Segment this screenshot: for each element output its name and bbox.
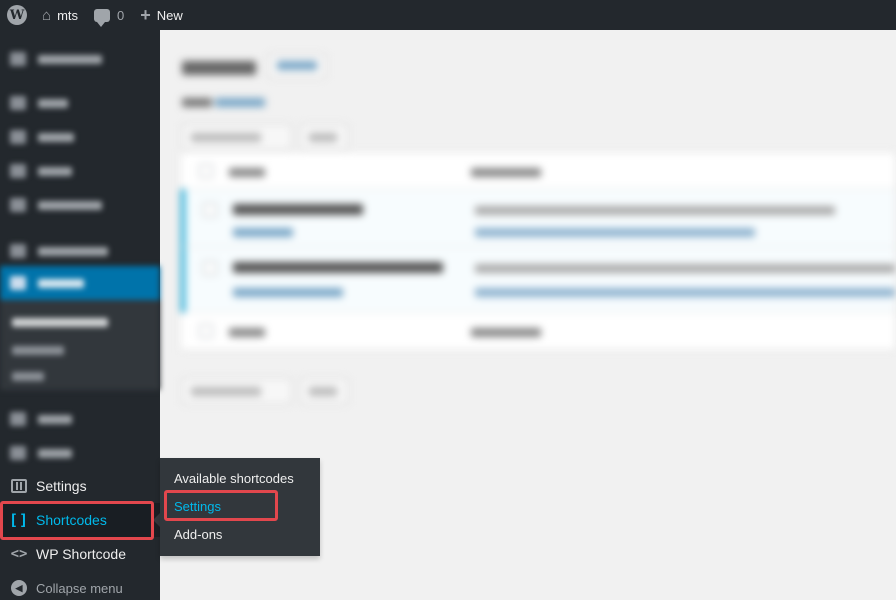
plugins-table [180,152,896,350]
wordpress-logo-icon: W [7,5,27,25]
sidebar-item-blurred[interactable] [0,192,160,218]
menu-icon [10,164,26,178]
wordpress-logo-button[interactable]: W [0,0,34,30]
apply-button[interactable] [300,124,348,150]
site-name-link[interactable]: ⌂ mts [34,0,86,30]
admin-sidebar: Settings [] Shortcodes <> WP Shortcode ◀… [0,30,160,600]
menu-icon [10,96,26,110]
sidebar-item-blurred[interactable] [0,406,160,432]
table-row [181,189,895,247]
row-checkbox[interactable] [203,261,217,275]
sidebar-item-wp-shortcode[interactable]: <> WP Shortcode [0,537,160,571]
sidebar-item-blurred[interactable] [0,90,160,116]
menu-icon [10,446,26,460]
table-header-row [181,153,895,189]
sidebar-item-label: Settings [36,478,87,494]
menu-icon [10,412,26,426]
flyout-item-add-ons[interactable]: Add-ons [174,527,222,542]
comments-link[interactable]: 0 [86,0,132,30]
sidebar-item-blurred[interactable] [0,158,160,184]
menu-icon [10,198,26,212]
flyout-item-available-shortcodes[interactable]: Available shortcodes [174,471,294,486]
menu-icon [10,130,26,144]
comment-bubble-icon [94,8,111,27]
blurred-submenu [0,300,160,390]
settings-sliders-icon [11,479,27,493]
site-name-label: mts [57,7,79,23]
shortcodes-flyout-menu: Available shortcodes Settings Add-ons [160,458,320,556]
select-all-checkbox[interactable] [199,324,213,338]
collapse-menu-button[interactable]: ◀ Collapse menu [0,571,160,600]
apply-button-bottom[interactable] [300,378,348,404]
admin-bar: W ⌂ mts 0 + New [0,0,896,30]
plus-icon: + [140,5,151,25]
brackets-icon: [] [8,511,30,529]
sidebar-item-label: WP Shortcode [36,546,127,562]
code-icon: <> [10,546,28,562]
sidebar-item-label: Shortcodes [36,512,107,528]
page-title [182,54,256,81]
sidebar-item-blurred[interactable] [0,46,160,72]
table-footer-row [181,313,895,349]
flyout-item-settings[interactable]: Settings [174,499,221,514]
add-new-button[interactable] [268,54,326,78]
row-checkbox[interactable] [203,203,217,217]
new-content-label: New [156,7,183,23]
plugin-filter-links [182,96,266,110]
home-icon: ⌂ [42,6,52,24]
sidebar-item-blurred[interactable] [0,440,160,466]
sidebar-item-blurred[interactable] [0,238,160,264]
bulk-actions-select[interactable] [182,124,292,150]
table-row [181,247,895,313]
sidebar-item-shortcodes[interactable]: [] Shortcodes [0,503,160,537]
bulk-actions-select-bottom[interactable] [182,378,292,404]
select-all-checkbox[interactable] [199,164,213,178]
collapse-arrow-icon: ◀ [11,580,27,596]
sidebar-item-settings[interactable]: Settings [0,469,160,503]
new-content-button[interactable]: + New [132,0,191,30]
collapse-menu-label: Collapse menu [36,580,123,596]
menu-icon [10,276,26,290]
menu-icon [10,244,26,258]
sidebar-item-blurred-active[interactable] [0,266,160,300]
comments-count: 0 [117,7,125,23]
menu-icon [10,52,26,66]
sidebar-item-blurred[interactable] [0,124,160,150]
